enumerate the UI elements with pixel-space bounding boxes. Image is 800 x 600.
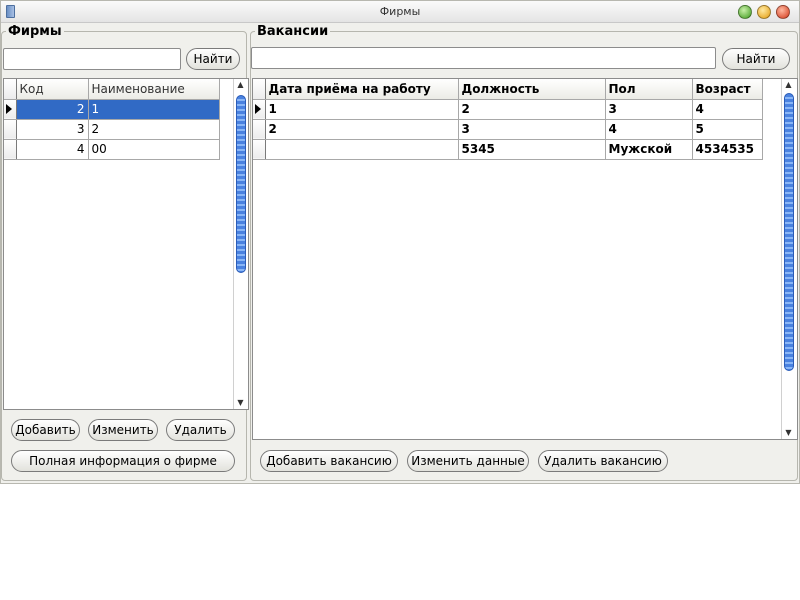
current-row-indicator-icon: [4, 99, 17, 120]
firms-row-1[interactable]: 2 1: [4, 99, 220, 120]
scroll-up-arrow-icon[interactable]: ▲: [782, 79, 795, 91]
vacancies-scrollbar[interactable]: ▲ ▼: [781, 79, 795, 439]
column-header-hire-date[interactable]: Дата приёма на работу: [265, 79, 459, 100]
scroll-thumb[interactable]: [784, 93, 794, 371]
firms-cell-name[interactable]: 2: [88, 119, 220, 140]
title-bar: Фирмы: [1, 1, 799, 23]
column-header-name[interactable]: Наименование: [88, 79, 220, 100]
firms-cell-code[interactable]: 4: [16, 139, 89, 160]
column-header-code[interactable]: Код: [16, 79, 89, 100]
edit-firm-button[interactable]: Изменить: [88, 419, 158, 441]
firms-cell-name[interactable]: 00: [88, 139, 220, 160]
firms-search-button[interactable]: Найти: [186, 48, 240, 70]
vacancies-row-2[interactable]: 2 3 4 5: [253, 119, 763, 140]
delete-firm-button[interactable]: Удалить: [166, 419, 235, 441]
vacancy-cell-position[interactable]: 2: [458, 99, 606, 120]
vacancies-grid: Дата приёма на работу Должность Пол Возр…: [252, 78, 798, 440]
scroll-down-arrow-icon[interactable]: ▼: [782, 427, 795, 439]
firm-details-button[interactable]: Полная информация о фирме: [11, 450, 235, 472]
vacancy-cell-gender[interactable]: 3: [605, 99, 693, 120]
row-indicator: [4, 119, 17, 140]
firms-table: Код Наименование 2 1 3 2 4 00: [4, 79, 220, 160]
column-header-age[interactable]: Возраст: [692, 79, 763, 100]
column-header-gender[interactable]: Пол: [605, 79, 693, 100]
firms-row-2[interactable]: 3 2: [4, 119, 220, 140]
firms-legend: Фирмы: [8, 24, 62, 39]
delete-vacancy-button[interactable]: Удалить вакансию: [538, 450, 668, 472]
vacancies-legend: Вакансии: [257, 24, 329, 39]
scroll-up-arrow-icon[interactable]: ▲: [234, 79, 247, 91]
minimize-button[interactable]: [757, 5, 771, 19]
add-firm-button[interactable]: Добавить: [11, 419, 80, 441]
row-indicator-header: [253, 79, 266, 100]
maximize-button[interactable]: [738, 5, 752, 19]
vacancy-cell-hire-date[interactable]: 2: [265, 119, 459, 140]
firms-scrollbar[interactable]: ▲ ▼: [233, 79, 247, 409]
row-indicator: [253, 139, 266, 160]
window-title: Фирмы: [379, 5, 421, 18]
firms-row-3[interactable]: 4 00: [4, 139, 220, 160]
vacancies-search-input[interactable]: [251, 47, 716, 69]
add-vacancy-button[interactable]: Добавить вакансию: [260, 450, 398, 472]
vacancy-cell-position[interactable]: 3: [458, 119, 606, 140]
row-indicator-header: [4, 79, 17, 100]
vacancies-search-button[interactable]: Найти: [722, 48, 790, 70]
current-row-indicator-icon: [253, 99, 266, 120]
column-header-position[interactable]: Должность: [458, 79, 606, 100]
vacancy-cell-age[interactable]: 5: [692, 119, 763, 140]
firms-cell-code[interactable]: 2: [16, 99, 89, 120]
vacancy-cell-hire-date[interactable]: [265, 139, 459, 160]
vacancies-row-1[interactable]: 1 2 3 4: [253, 99, 763, 120]
edit-vacancy-button[interactable]: Изменить данные: [407, 450, 529, 472]
firms-grid: Код Наименование 2 1 3 2 4 00: [3, 78, 249, 410]
vacancy-cell-age[interactable]: 4: [692, 99, 763, 120]
vacancy-cell-age[interactable]: 4534535: [692, 139, 763, 160]
vacancy-cell-gender[interactable]: 4: [605, 119, 693, 140]
firms-search-input[interactable]: [3, 48, 181, 70]
vacancies-row-3[interactable]: 5345 Мужской 4534535: [253, 139, 763, 160]
row-indicator: [4, 139, 17, 160]
scroll-down-arrow-icon[interactable]: ▼: [234, 397, 247, 409]
close-button[interactable]: [776, 5, 790, 19]
vacancies-header-row: Дата приёма на работу Должность Пол Возр…: [253, 79, 763, 100]
firms-cell-code[interactable]: 3: [16, 119, 89, 140]
row-indicator: [253, 119, 266, 140]
firms-header-row: Код Наименование: [4, 79, 220, 100]
vacancies-table: Дата приёма на работу Должность Пол Возр…: [253, 79, 763, 160]
vacancy-cell-gender[interactable]: Мужской: [605, 139, 693, 160]
vacancy-cell-hire-date[interactable]: 1: [265, 99, 459, 120]
scroll-thumb[interactable]: [236, 95, 246, 273]
vacancy-cell-position[interactable]: 5345: [458, 139, 606, 160]
firms-cell-name[interactable]: 1: [88, 99, 220, 120]
